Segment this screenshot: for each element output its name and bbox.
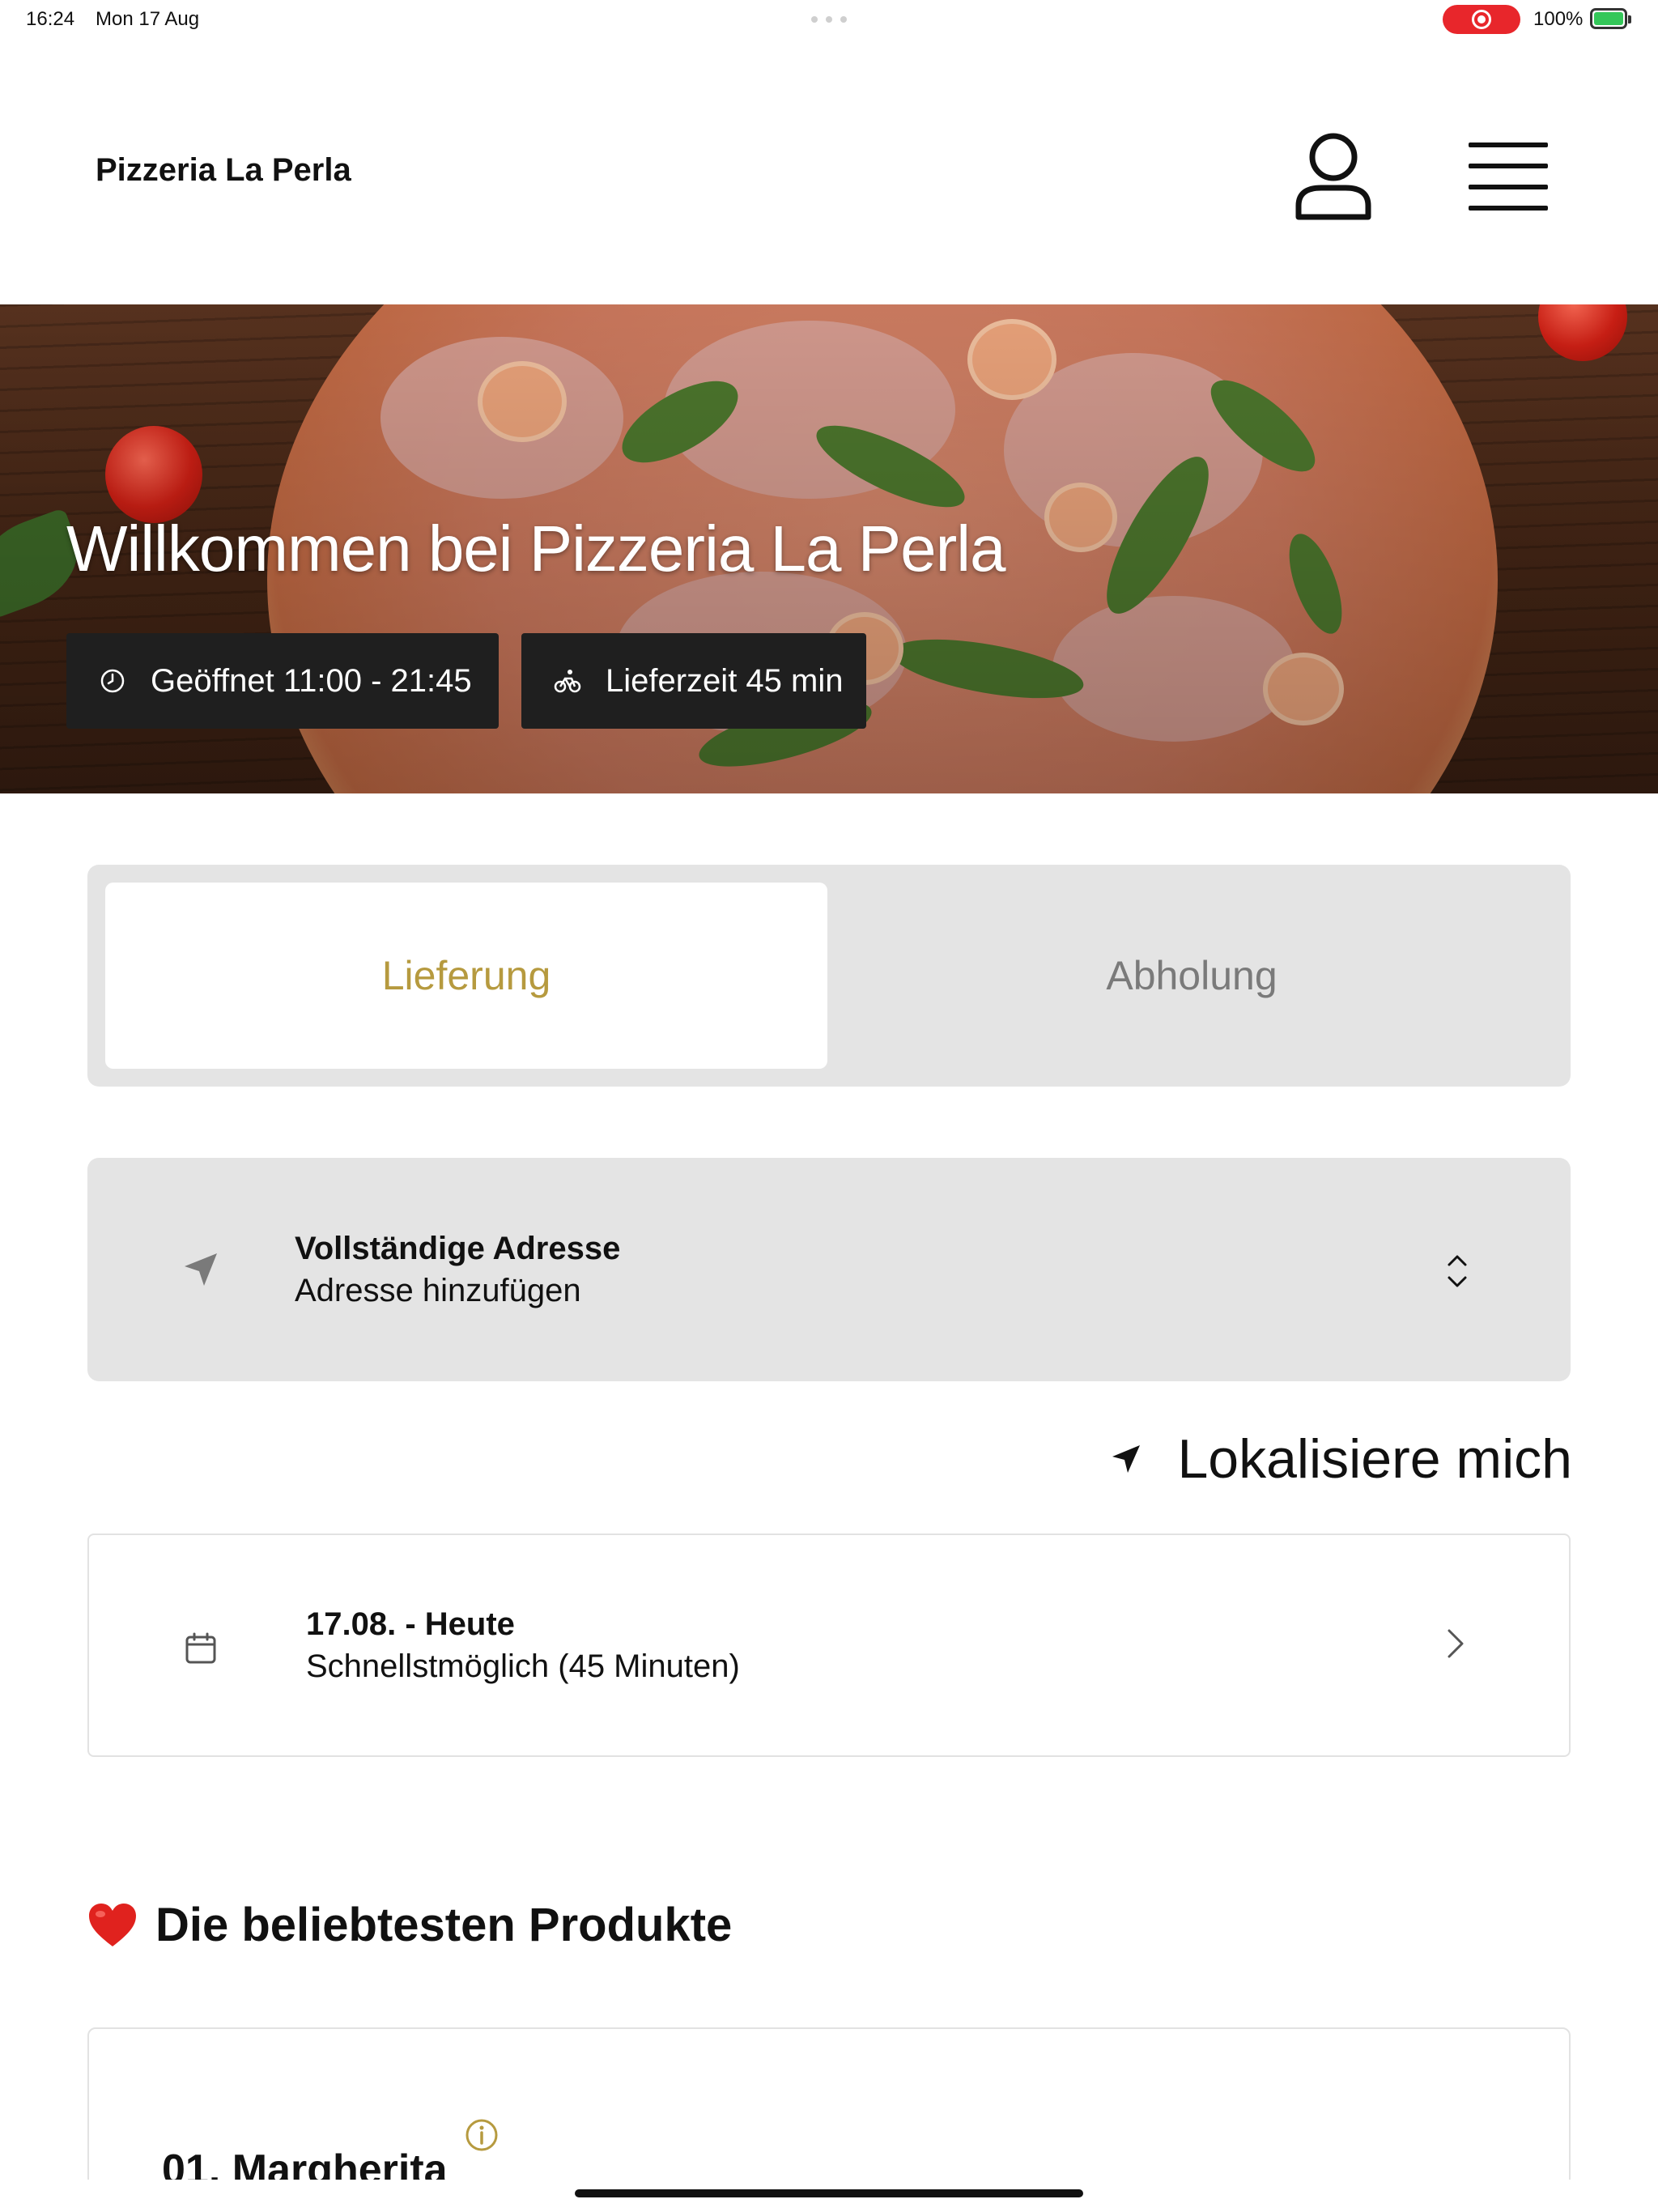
address-value: Adresse hinzufügen [295, 1273, 581, 1308]
battery-icon [1590, 8, 1631, 29]
tab-lieferung[interactable]: Lieferung [105, 883, 827, 1069]
delivery-time-badge: Lieferzeit 45 min [521, 633, 866, 729]
address-selector[interactable]: Vollständige Adresse Adresse hinzufügen [87, 1158, 1571, 1381]
app-header: Pizzeria La Perla [0, 39, 1658, 304]
chevron-updown-icon [1448, 1255, 1467, 1287]
opening-hours-label: Geöffnet 11:00 - 21:45 [151, 662, 472, 699]
battery-percentage: 100% [1533, 8, 1584, 30]
chevron-right-icon [1448, 1629, 1464, 1658]
schedule-subtitle: Schnellstmöglich (45 Minuten) [306, 1648, 740, 1684]
opening-hours-badge: Geöffnet 11:00 - 21:45 [66, 633, 499, 729]
user-icon[interactable] [1289, 126, 1378, 223]
heart-icon [89, 1903, 136, 1946]
tab-abholung[interactable]: Abholung [831, 883, 1553, 1069]
clock-icon [100, 669, 125, 693]
status-date: Mon 17 Aug [96, 8, 200, 30]
delivery-time-label: Lieferzeit 45 min [606, 662, 844, 699]
home-indicator[interactable] [575, 2189, 1083, 2197]
hero-title: Willkommen bei Pizzeria La Perla [66, 513, 1006, 585]
hamburger-menu-icon[interactable] [1462, 134, 1556, 215]
info-icon[interactable] [465, 2118, 499, 2152]
location-arrow-icon [185, 1253, 217, 1286]
delivery-time-selector[interactable]: 17.08. - Heute Schnellstmöglich (45 Minu… [87, 1534, 1571, 1757]
location-arrow-icon [1112, 1445, 1141, 1473]
order-mode-toggle: Lieferung Abholung [87, 865, 1571, 1087]
bicycle-icon [554, 670, 581, 693]
address-title: Vollständige Adresse [295, 1231, 621, 1266]
calendar-icon [185, 1632, 216, 1664]
locate-me-button[interactable]: Lokalisiere mich [1107, 1427, 1572, 1491]
hero-banner: Willkommen bei Pizzeria La Perla Geöffne… [0, 304, 1658, 793]
screen-recording-icon[interactable] [1443, 5, 1520, 34]
status-time: 16:24 [26, 8, 75, 30]
status-bar: 16:24 Mon 17 Aug 100% [0, 0, 1658, 39]
popular-products-title: Die beliebtesten Produkte [155, 1899, 733, 1951]
popular-products-heading: Die beliebtesten Produkte [87, 1898, 732, 1952]
multitasking-dots-icon[interactable] [811, 16, 847, 23]
brand-title[interactable]: Pizzeria La Perla [96, 152, 351, 189]
schedule-title: 17.08. - Heute [306, 1606, 515, 1642]
locate-me-label: Lokalisiere mich [1177, 1428, 1572, 1490]
